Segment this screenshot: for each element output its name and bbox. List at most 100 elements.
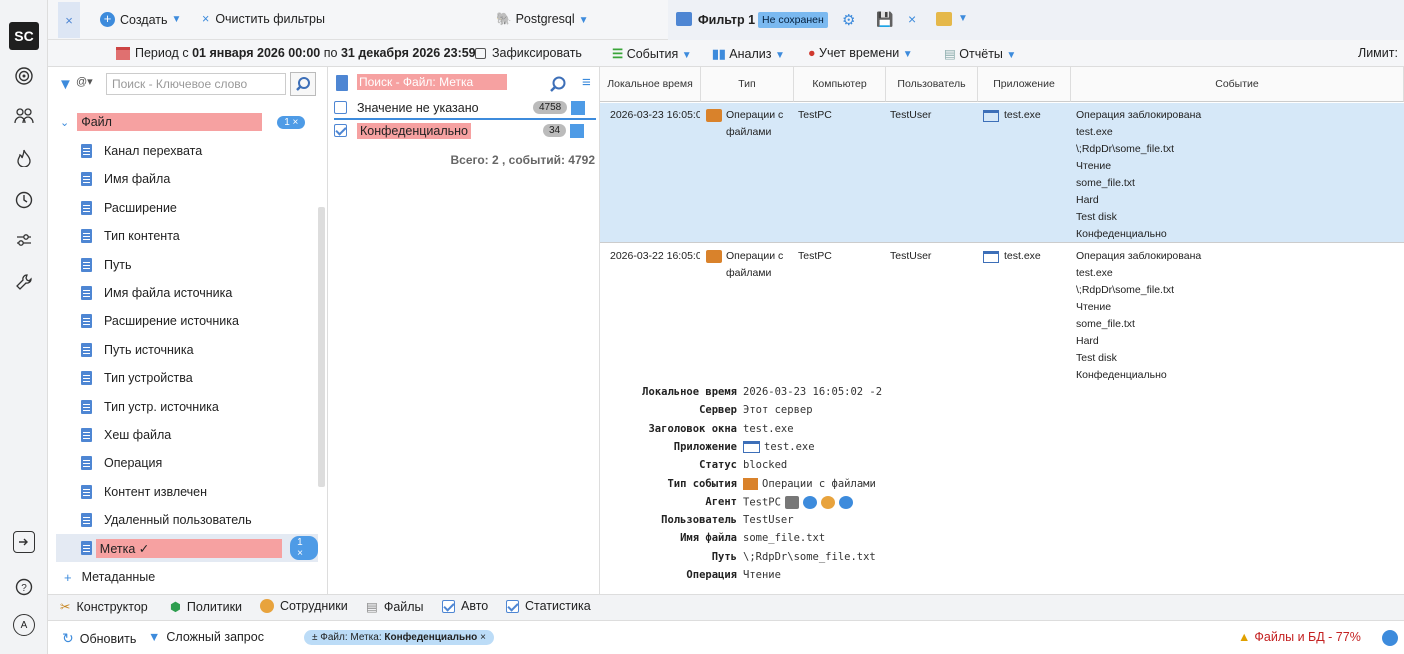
close-filter-icon[interactable]: × bbox=[908, 11, 916, 27]
filter-tab[interactable]: Фильтр 1 Не сохранен ⚙ 💾 × ▼ bbox=[668, 0, 1404, 40]
values-panel: Поиск - Файл: Метка ≡ Значение не указан… bbox=[328, 67, 600, 594]
storage-warning[interactable]: ▲ Файлы и БД - 77% bbox=[1238, 630, 1361, 644]
field-item[interactable]: Канал перехвата bbox=[56, 137, 318, 165]
field-item[interactable]: Тип устройства bbox=[56, 364, 318, 392]
col-header-event[interactable]: Событие bbox=[1071, 67, 1404, 102]
field-item[interactable]: Путь bbox=[56, 251, 318, 279]
field-item[interactable]: Удаленный пользователь bbox=[56, 506, 318, 534]
detail-value: \;RdpDr\some_file.txt bbox=[743, 550, 876, 563]
field-item[interactable]: Расширение bbox=[56, 194, 318, 222]
reports-menu[interactable]: ▤ Отчёты ▼ bbox=[944, 46, 1016, 61]
tab-auto[interactable]: Авто bbox=[442, 599, 488, 613]
tab-statistics[interactable]: Статистика bbox=[506, 599, 591, 613]
app-rail: SC ? A bbox=[0, 0, 48, 654]
document-icon bbox=[81, 314, 92, 329]
export-icon[interactable] bbox=[936, 12, 952, 26]
menu-icon[interactable]: ≡ bbox=[582, 74, 591, 91]
value-row-confidential[interactable]: Конфеденциально 34 bbox=[334, 120, 596, 141]
gear-icon[interactable]: ⚙ bbox=[842, 11, 855, 29]
fire-icon[interactable] bbox=[12, 146, 36, 170]
checkbox[interactable] bbox=[334, 101, 347, 114]
document-icon bbox=[81, 229, 92, 244]
fix-period-checkbox[interactable]: Зафиксировать bbox=[475, 46, 582, 60]
database-icon: 🐘 bbox=[496, 12, 512, 26]
event-line: Hard bbox=[1076, 194, 1099, 206]
field-item[interactable]: Контент извлечен bbox=[56, 478, 318, 506]
field-item[interactable]: Имя файла источника bbox=[56, 279, 318, 307]
group-file[interactable]: ⌄ Файл 1 × bbox=[56, 108, 318, 136]
checkbox-checked[interactable] bbox=[334, 124, 347, 137]
close-panel-icon[interactable]: × bbox=[58, 2, 80, 38]
detail-label: Локальное время bbox=[642, 386, 737, 398]
clock-icon[interactable] bbox=[12, 188, 36, 212]
tab-files[interactable]: ▤ Файлы bbox=[366, 599, 424, 615]
period-selector[interactable]: Период с 01 января 2026 00:00 по 31 дека… bbox=[116, 46, 476, 60]
event-line: Операция заблокирована bbox=[1076, 250, 1202, 262]
field-item[interactable]: Тип устр. источника bbox=[56, 393, 318, 421]
keyword-search-input[interactable]: Поиск - Ключевое слово bbox=[106, 73, 286, 95]
metadata-label: Метаданные bbox=[81, 570, 156, 584]
search-button[interactable] bbox=[290, 72, 316, 96]
value-search-input[interactable]: Поиск - Файл: Метка bbox=[354, 72, 536, 94]
field-item[interactable]: Имя файла bbox=[56, 165, 318, 193]
filter-chip[interactable]: ± Файл: Метка: Конфеденциально × bbox=[304, 630, 494, 645]
table-row[interactable]: 2026-03-22 16:05:0 Операции с файлами Test… bbox=[600, 244, 1404, 384]
col-header-type[interactable]: Тип bbox=[701, 67, 794, 102]
time-tracking-menu[interactable]: ● Учет времени ▼ bbox=[808, 46, 913, 60]
events-menu[interactable]: ☰ События ▼ bbox=[612, 46, 692, 61]
group-metadata[interactable]: + Метаданные bbox=[56, 563, 318, 591]
monitor-icon[interactable] bbox=[784, 495, 799, 509]
radar-icon[interactable] bbox=[12, 64, 36, 88]
chevron-down-icon[interactable]: ▼ bbox=[958, 13, 968, 24]
complex-query-button[interactable]: ▼ Сложный запрос bbox=[148, 630, 264, 644]
event-line: test.exe bbox=[1076, 126, 1113, 138]
clock-icon[interactable] bbox=[838, 495, 853, 509]
database-select[interactable]: 🐘 Postgresql ▼ bbox=[496, 12, 589, 27]
field-item[interactable]: Путь источника bbox=[56, 336, 318, 364]
col-header-computer[interactable]: Компьютер bbox=[794, 67, 886, 102]
limit-label: Лимит: bbox=[1358, 46, 1398, 60]
logout-icon[interactable] bbox=[13, 531, 35, 553]
chart-icon[interactable] bbox=[571, 100, 586, 115]
tab-constructor[interactable]: ✂ Конструктор bbox=[60, 599, 148, 615]
chevron-down-icon: ▼ bbox=[171, 14, 182, 25]
refresh-button[interactable]: ↻ Обновить bbox=[62, 630, 136, 647]
user-avatar[interactable]: A bbox=[13, 614, 35, 636]
clear-filters-button[interactable]: × Очистить фильтры bbox=[202, 12, 325, 26]
col-header-time[interactable]: Локальное время bbox=[600, 67, 701, 102]
left-scrollbar[interactable] bbox=[318, 207, 325, 487]
col-header-app[interactable]: Приложение bbox=[978, 67, 1071, 102]
person-icon[interactable] bbox=[820, 495, 835, 509]
table-row[interactable]: 2026-03-23 16:05:0 Операции с файлами Test… bbox=[600, 103, 1404, 243]
field-item[interactable]: Операция bbox=[56, 449, 318, 477]
events-grid: Локальное время Тип Компьютер Пользовате… bbox=[600, 67, 1404, 384]
gear-icon[interactable] bbox=[802, 495, 817, 509]
filter-icon[interactable]: ▼ bbox=[58, 76, 73, 93]
tab-policies[interactable]: ⬢ Политики bbox=[170, 599, 242, 615]
field-item[interactable]: Хеш файла bbox=[56, 421, 318, 449]
detail-label: Тип события bbox=[667, 477, 737, 490]
value-row-none[interactable]: Значение не указано 4758 bbox=[334, 97, 596, 118]
sliders-icon[interactable] bbox=[12, 228, 36, 252]
field-item[interactable]: Тип контента bbox=[56, 222, 318, 250]
users-icon[interactable] bbox=[12, 104, 36, 128]
create-button[interactable]: + Создать ▼ bbox=[100, 12, 181, 27]
search-mode-select[interactable]: @▾ bbox=[76, 75, 93, 88]
tag-badge[interactable]: 1 × bbox=[290, 536, 319, 560]
save-icon[interactable]: 💾 bbox=[876, 11, 893, 28]
event-line: test.exe bbox=[1076, 267, 1113, 279]
field-tag[interactable]: Метка ✓ 1 × bbox=[56, 534, 319, 562]
wrench-icon[interactable] bbox=[12, 270, 36, 294]
detail-value: some_file.txt bbox=[743, 532, 826, 545]
analysis-menu[interactable]: ▮▮ Анализ ▼ bbox=[712, 46, 785, 61]
value-search-button[interactable] bbox=[543, 72, 573, 96]
chart-icon[interactable] bbox=[570, 123, 585, 138]
help-icon[interactable]: ? bbox=[12, 575, 36, 599]
clock-icon[interactable] bbox=[1382, 630, 1398, 646]
tab-employees[interactable]: Сотрудники bbox=[260, 599, 348, 613]
detail-label: Сервер bbox=[699, 404, 737, 417]
group-badge[interactable]: 1 × bbox=[277, 115, 306, 129]
col-header-user[interactable]: Пользователь bbox=[886, 67, 978, 102]
field-item[interactable]: Расширение источника bbox=[56, 307, 318, 335]
chip-close-icon[interactable]: × bbox=[480, 632, 486, 643]
